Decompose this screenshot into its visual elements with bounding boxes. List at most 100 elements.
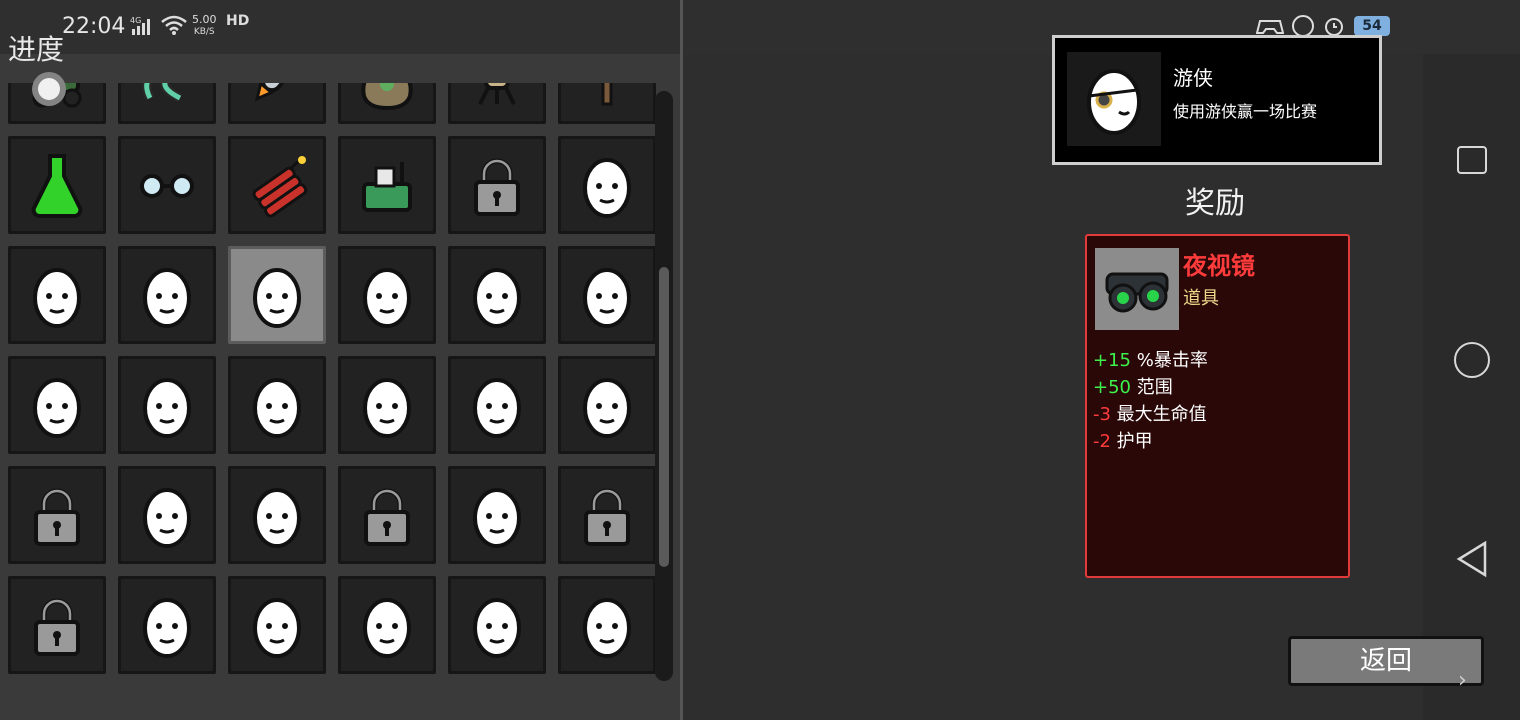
lock-rotation-icon xyxy=(1292,15,1314,37)
egg-character-icon xyxy=(473,488,521,548)
grid-cell[interactable] xyxy=(228,356,326,454)
egg-character-icon xyxy=(143,378,191,438)
grid-cell[interactable] xyxy=(338,83,436,124)
network-type: 4G xyxy=(130,16,141,25)
egg-character-icon xyxy=(473,268,521,328)
lock-icon xyxy=(34,488,80,546)
egg-character-icon xyxy=(143,598,191,658)
grid-cell[interactable] xyxy=(558,246,656,344)
speed-unit: KB/S xyxy=(193,27,215,37)
egg-character-icon xyxy=(363,598,411,658)
stat-line: -2 护甲 xyxy=(1093,427,1153,453)
egg-character-icon xyxy=(363,268,411,328)
recent-apps-button[interactable] xyxy=(1457,146,1487,174)
hd-badge: HD xyxy=(226,13,250,29)
egg-character-icon xyxy=(33,268,81,328)
grid-cell[interactable] xyxy=(228,246,326,344)
grid-cell[interactable] xyxy=(118,246,216,344)
grid-cell[interactable] xyxy=(338,576,436,674)
stat-value: +15 xyxy=(1093,350,1131,371)
grid-cell[interactable] xyxy=(448,466,546,564)
stat-label: %暴击率 xyxy=(1131,350,1208,371)
scrollbar[interactable] xyxy=(655,91,673,681)
grid-cell[interactable] xyxy=(448,356,546,454)
reward-heading: 奖励 xyxy=(1185,186,1245,221)
egg-character-icon xyxy=(143,488,191,548)
grid-cell[interactable] xyxy=(8,136,106,234)
binoculars-icon xyxy=(1095,248,1179,330)
grid-cell[interactable] xyxy=(558,136,656,234)
egg-character-icon xyxy=(143,268,191,328)
floating-assist-button[interactable] xyxy=(32,72,66,106)
grid-cell[interactable] xyxy=(8,356,106,454)
egg-character-icon xyxy=(253,598,301,658)
stat-label: 护甲 xyxy=(1110,431,1153,452)
page-title: 进度 xyxy=(8,33,65,66)
grid-cell[interactable] xyxy=(448,246,546,344)
rocket-icon xyxy=(254,83,300,102)
wifi-icon xyxy=(161,15,187,35)
egg-character-icon xyxy=(583,598,631,658)
lock-icon xyxy=(584,488,630,546)
grid-cell[interactable] xyxy=(558,576,656,674)
stat-label: 范围 xyxy=(1131,377,1173,398)
grid-cell[interactable] xyxy=(338,136,436,234)
back-triangle-icon[interactable] xyxy=(1455,540,1489,578)
grid-cell[interactable] xyxy=(558,356,656,454)
stat-line: +50 范围 xyxy=(1093,373,1173,399)
tree-icon xyxy=(601,83,613,106)
potion-flask-icon xyxy=(31,154,83,218)
home-button[interactable] xyxy=(1454,342,1490,378)
grid-cell[interactable] xyxy=(228,136,326,234)
stat-line: +15 %暴击率 xyxy=(1093,346,1208,372)
battery-indicator: 54 xyxy=(1354,16,1390,36)
progress-panel xyxy=(0,54,680,720)
grid-cell[interactable] xyxy=(8,246,106,344)
egg-character-icon xyxy=(583,378,631,438)
egg-character-icon xyxy=(253,378,301,438)
grid-cell[interactable] xyxy=(8,576,106,674)
egg-character-icon xyxy=(583,158,631,218)
green-tentacle-icon xyxy=(142,83,183,103)
grid-cell[interactable] xyxy=(448,83,546,124)
dynamite-icon xyxy=(252,156,308,218)
egg-character-icon xyxy=(473,598,521,658)
grid-cell[interactable] xyxy=(338,466,436,564)
speed-value: 5.00 xyxy=(192,13,217,26)
grid-cell[interactable] xyxy=(228,466,326,564)
grid-viewport[interactable] xyxy=(0,83,660,713)
grid-cell[interactable] xyxy=(118,83,216,124)
grid-cell[interactable] xyxy=(118,356,216,454)
achievement-description: 使用游侠赢一场比赛 xyxy=(1173,102,1318,121)
gamepad-icon xyxy=(1256,20,1284,34)
clock: 22:04 xyxy=(62,14,126,39)
egg-character-icon xyxy=(33,378,81,438)
grid-cell[interactable] xyxy=(228,576,326,674)
signal-icon: 4G xyxy=(130,16,150,35)
item-type: 道具 xyxy=(1183,288,1219,309)
grid-cell[interactable] xyxy=(448,136,546,234)
green-machine-icon xyxy=(362,162,412,212)
grid-cell[interactable] xyxy=(118,576,216,674)
egg-character-icon xyxy=(473,378,521,438)
stat-value: -2 xyxy=(1093,431,1111,452)
grid-cell[interactable] xyxy=(118,136,216,234)
grid-cell[interactable] xyxy=(118,466,216,564)
grid-cell[interactable] xyxy=(558,83,656,124)
egg-character-icon xyxy=(253,488,301,548)
grid-cell[interactable] xyxy=(558,466,656,564)
grid-cell[interactable] xyxy=(338,356,436,454)
back-button[interactable]: 返回 xyxy=(1288,636,1484,686)
lock-icon xyxy=(474,158,520,216)
chevron-right-icon[interactable]: › xyxy=(1458,668,1467,693)
grid-cell[interactable] xyxy=(448,576,546,674)
network-speed: 5.00 KB/S xyxy=(192,14,217,38)
scrollbar-thumb[interactable] xyxy=(659,267,669,567)
stat-value: +50 xyxy=(1093,377,1131,398)
grid-cell[interactable] xyxy=(8,466,106,564)
egg-character-icon xyxy=(253,268,301,328)
stat-value: -3 xyxy=(1093,404,1111,425)
grid-cell[interactable] xyxy=(228,83,326,124)
ranger-egg-icon xyxy=(1067,52,1161,146)
grid-cell[interactable] xyxy=(338,246,436,344)
